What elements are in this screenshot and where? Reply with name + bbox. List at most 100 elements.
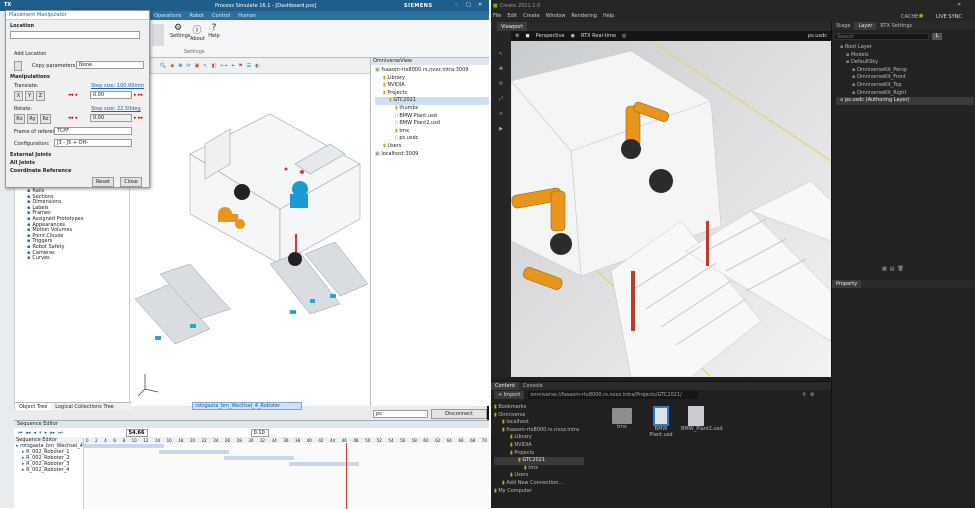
play-icon[interactable]: ▸ xyxy=(45,430,48,436)
rotate-rx-button[interactable]: Rx xyxy=(14,114,25,124)
content-tree-item[interactable]: ▮ Library xyxy=(494,434,584,442)
rotate-plus-icon[interactable]: ▸ ▸▸ xyxy=(134,115,143,121)
render-icon[interactable]: ◐ xyxy=(255,63,259,69)
content-tree-item[interactable]: ▮ My Computer xyxy=(494,488,584,496)
translate-value-input[interactable]: 0.00 xyxy=(90,91,132,99)
file-item-bmw-plant2[interactable]: BMW_Plant2.usd xyxy=(681,406,723,432)
forward-icon[interactable]: ⏭ xyxy=(58,430,63,436)
tab-robot[interactable]: Robot xyxy=(186,11,209,20)
pause-icon[interactable]: ⏸ xyxy=(39,430,42,436)
settings-icon[interactable]: ⚙ xyxy=(515,33,519,39)
graphic-viewer[interactable]: rotsgasta_bm_Wechsel_4_Roboter xyxy=(130,74,370,410)
filter-icon[interactable]: ⚑ xyxy=(238,63,242,69)
import-button[interactable]: + Import xyxy=(494,391,525,399)
about-button[interactable]: ⓘ About xyxy=(190,23,205,42)
close-icon[interactable]: ✕ xyxy=(478,2,482,8)
camera-name[interactable]: ps.usdc xyxy=(808,33,827,39)
menu-file[interactable]: File xyxy=(493,13,501,19)
translate-minus-icon[interactable]: ◂◂ ◂ xyxy=(68,92,77,98)
tree-item-tmx[interactable]: ▮ tmx xyxy=(375,128,489,136)
delete-layer-icon[interactable]: 🗑︎ xyxy=(897,266,903,272)
coordinate-reference-section[interactable]: Coordinate Reference xyxy=(10,168,71,174)
camera-icon[interactable]: ◼ xyxy=(525,33,529,39)
rotate-value-input[interactable]: 0.00 xyxy=(90,114,132,122)
tree-item-library[interactable]: ▮ Library xyxy=(375,75,489,83)
translate-plus-icon[interactable]: ▸ ▸▸ xyxy=(134,92,143,98)
content-tree-item[interactable]: ▮ fsaaom-rtx8000.rs.nvxz.intra xyxy=(494,427,584,435)
gantt-bar[interactable] xyxy=(224,456,294,460)
rewind-icon[interactable]: ⏮ xyxy=(18,430,23,436)
translate-y-button[interactable]: Y xyxy=(25,91,34,101)
tree-item-server[interactable]: ▣ fsaaom-rtx8000.rs.nvxz.intra:3009 xyxy=(375,67,489,75)
settings-button[interactable]: ⚙ Settings xyxy=(170,23,191,39)
menu-window[interactable]: Window xyxy=(546,13,566,19)
gantt-bar[interactable] xyxy=(289,462,359,466)
settings-icon[interactable]: ⚙ xyxy=(810,392,814,398)
rotate-icon[interactable]: ⟳ xyxy=(186,63,190,69)
external-joints-section[interactable]: External Joints xyxy=(10,152,51,158)
gantt-bar[interactable] xyxy=(159,450,229,454)
view-icon[interactable]: ◆ xyxy=(170,63,174,69)
gantt-area[interactable]: 0 2 4 6 8 10 12 14 16 18 20 22 24 26 28 30 32 34 36 38 40 42 4… xyxy=(84,437,489,509)
tree-item-bmw-plant[interactable]: ▯ BMW Plant.usd xyxy=(375,113,489,121)
tree-item-gtc2021[interactable]: ▮ GTC2021 xyxy=(375,97,489,105)
translate-x-button[interactable]: X xyxy=(14,91,23,101)
step-forward-icon[interactable]: ▸▸ xyxy=(50,430,55,436)
close-button[interactable]: Close xyxy=(120,177,142,187)
tab-viewport[interactable]: Viewport xyxy=(497,22,528,31)
tree-item-thumbs[interactable]: ▮ thumbs xyxy=(375,105,489,113)
object-tree-item[interactable]: ▪ Curves xyxy=(27,256,129,262)
step-back-icon[interactable]: ◂◂ xyxy=(26,430,31,436)
tab-console[interactable]: Console xyxy=(519,382,547,390)
minimize-icon[interactable]: – xyxy=(455,2,458,8)
content-tree-item[interactable]: ▮ Omniverse xyxy=(494,412,584,420)
menu-create[interactable]: Create xyxy=(523,13,540,19)
snap-icon[interactable]: ⌖ xyxy=(231,63,234,69)
stage-item[interactable]: ▪ OmniverseKit_Right xyxy=(836,90,974,98)
filter-icon[interactable]: ⚲ xyxy=(802,392,806,398)
reset-button[interactable]: Reset xyxy=(92,177,114,187)
maximize-icon[interactable]: □ xyxy=(466,2,471,8)
rtx-viewport[interactable]: ⚙ ◼ Perspective ◉ RTX Real-time ◎ ps.usd… xyxy=(511,31,831,377)
translate-z-button[interactable]: Z xyxy=(36,91,45,101)
rotate-rz-button[interactable]: Rz xyxy=(40,114,51,124)
layer-badge[interactable]: L xyxy=(932,33,942,40)
configuration-select[interactable]: J3 - J5 + OH- xyxy=(54,139,132,147)
rotate-ry-button[interactable]: Ry xyxy=(27,114,38,124)
copy-parameters-select[interactable]: None xyxy=(76,61,144,69)
tab-human[interactable]: Human xyxy=(234,11,260,20)
location-input[interactable] xyxy=(10,31,140,39)
disconnect-button[interactable]: Disconnect xyxy=(431,409,487,419)
gantt-bar[interactable] xyxy=(84,444,164,448)
tab-content[interactable]: Content xyxy=(491,382,519,390)
tree-item-nvidia[interactable]: ▮ NVIDIA xyxy=(375,82,489,90)
tab-stage[interactable]: Stage xyxy=(832,22,854,30)
content-tree-item[interactable]: ▮ GTC2021 xyxy=(494,457,584,465)
tab-property[interactable]: Property xyxy=(832,280,862,288)
live-sync-label[interactable]: LIVE SYNC xyxy=(936,14,962,20)
visibility-icon[interactable]: ◎ xyxy=(622,33,626,39)
scale-tool-icon[interactable]: ⤢ xyxy=(491,92,511,107)
section-icon[interactable]: ◧ xyxy=(212,63,217,69)
menu-rendering[interactable]: Rendering xyxy=(571,13,597,19)
fit-icon[interactable]: ▣ xyxy=(195,63,200,69)
all-joints-section[interactable]: All Joints xyxy=(10,160,35,166)
speed-value[interactable]: 0.10 xyxy=(250,428,269,437)
add-location-button[interactable] xyxy=(14,61,22,71)
help-button[interactable]: ? Help xyxy=(208,23,220,39)
rotate-step-link[interactable]: Step size: 22.50deg xyxy=(91,106,141,112)
snap-tool-icon[interactable]: ∩ xyxy=(491,107,511,122)
omniverse-search-input[interactable]: ps xyxy=(373,410,428,418)
folder-item-tmx[interactable]: tmx xyxy=(611,408,633,430)
tab-logical-collections[interactable]: Logical Collections Tree xyxy=(51,403,117,410)
zoom-icon[interactable]: 🔍︎ xyxy=(160,63,166,69)
content-tree-item[interactable]: ▮ Add New Connection... xyxy=(494,480,584,488)
measure-icon[interactable]: ⟷ xyxy=(220,63,227,69)
content-tree-item[interactable]: ▮ Bookmarks xyxy=(494,404,584,412)
rotate-minus-icon[interactable]: ◂◂ ◂ xyxy=(68,115,77,121)
tree-item-bmw-plant2[interactable]: ▯ BMW Plant2.usd xyxy=(375,120,489,128)
content-tree-item[interactable]: ▮ localhost xyxy=(494,419,584,427)
content-tree-item[interactable]: ▮ tmx xyxy=(494,465,584,473)
frame-select[interactable]: TCPF xyxy=(54,127,132,135)
tab-object-tree[interactable]: Object Tree xyxy=(15,403,52,410)
